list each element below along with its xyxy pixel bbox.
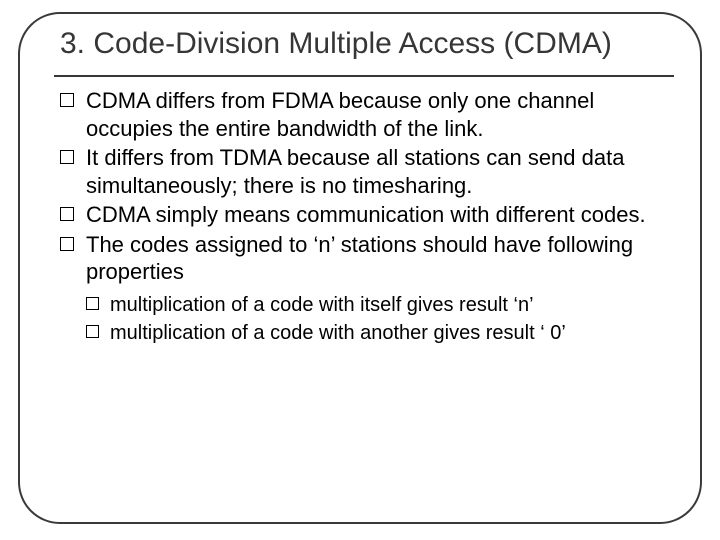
slide-title: 3. Code-Division Multiple Access (CDMA) [60, 26, 670, 61]
bullet-list: CDMA differs from FDMA because only one … [60, 87, 670, 286]
slide: 3. Code-Division Multiple Access (CDMA) … [0, 0, 720, 540]
sub-bullet-item: multiplication of a code with itself giv… [86, 292, 670, 318]
sub-bullet-text: multiplication of a code with another gi… [110, 322, 566, 344]
bullet-text: It differs from TDMA because all station… [86, 145, 624, 198]
slide-frame: 3. Code-Division Multiple Access (CDMA) … [18, 12, 702, 524]
bullet-text: CDMA differs from FDMA because only one … [86, 88, 594, 141]
title-underline [54, 75, 674, 77]
bullet-text: CDMA simply means communication with dif… [86, 202, 646, 227]
sub-bullet-item: multiplication of a code with another gi… [86, 320, 670, 346]
bullet-item: CDMA simply means communication with dif… [60, 201, 670, 229]
bullet-item: CDMA differs from FDMA because only one … [60, 87, 670, 142]
sub-bullet-text: multiplication of a code with itself giv… [110, 294, 534, 316]
sub-bullet-list: multiplication of a code with itself giv… [60, 292, 670, 346]
bullet-item: The codes assigned to ‘n’ stations shoul… [60, 231, 670, 286]
bullet-text: The codes assigned to ‘n’ stations shoul… [86, 232, 633, 285]
bullet-item: It differs from TDMA because all station… [60, 144, 670, 199]
